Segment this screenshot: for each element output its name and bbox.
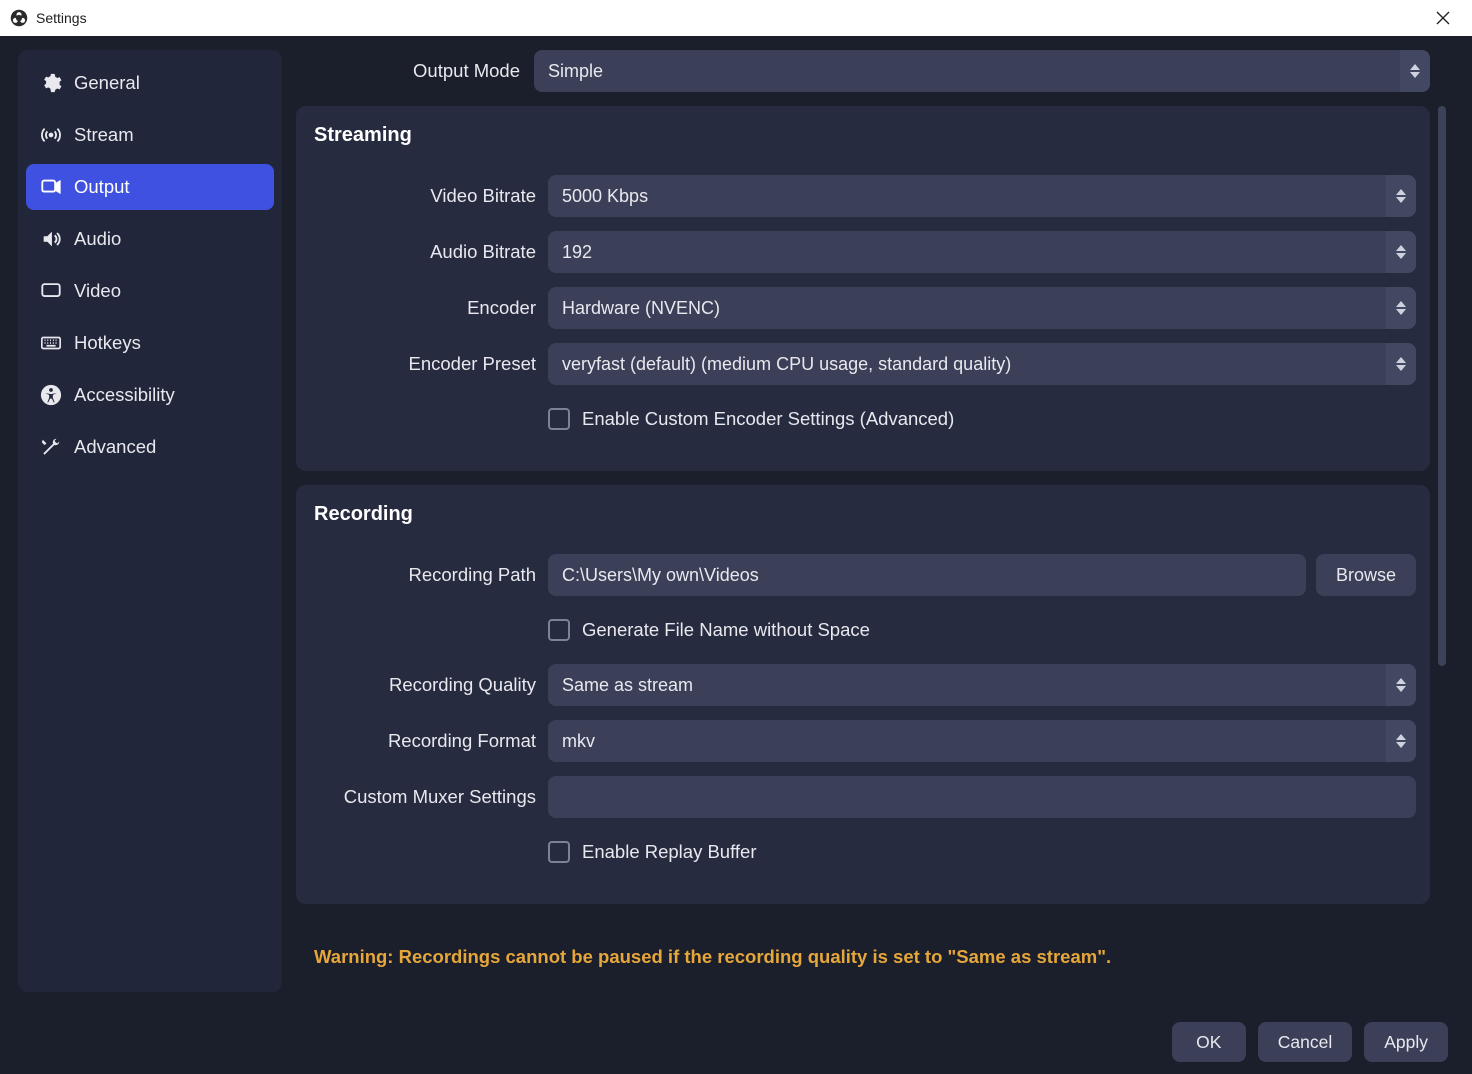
output-mode-select[interactable]: Simple xyxy=(534,50,1430,92)
app-icon xyxy=(10,9,28,27)
chevron-updown-icon xyxy=(1386,231,1416,273)
encoder-label: Encoder xyxy=(310,297,536,319)
dialog-footer: OK Cancel Apply xyxy=(0,992,1472,1062)
chevron-updown-icon xyxy=(1386,664,1416,706)
streaming-panel-title: Streaming xyxy=(310,124,1416,161)
output-mode-value: Simple xyxy=(534,61,1394,82)
enable-replay-buffer-checkbox[interactable]: Enable Replay Buffer xyxy=(310,832,1416,872)
output-mode-row: Output Mode Simple xyxy=(296,50,1430,92)
settings-content: Output Mode Simple Streaming Video Bitra… xyxy=(296,50,1430,992)
accessibility-icon xyxy=(40,384,62,406)
sidebar-item-label: General xyxy=(74,72,140,94)
cancel-button[interactable]: Cancel xyxy=(1258,1022,1352,1062)
recording-panel: Recording Recording Path C:\Users\My own… xyxy=(296,485,1430,904)
stepper-icon[interactable] xyxy=(1386,175,1416,217)
sidebar-item-hotkeys[interactable]: Hotkeys xyxy=(26,320,274,366)
video-bitrate-value: 5000 Kbps xyxy=(548,186,1386,207)
output-mode-label: Output Mode xyxy=(296,60,522,82)
sidebar-item-label: Accessibility xyxy=(74,384,175,406)
broadcast-icon xyxy=(40,124,62,146)
warning-text: Warning: Recordings cannot be paused if … xyxy=(296,918,1430,978)
sidebar-item-label: Stream xyxy=(74,124,134,146)
sidebar-item-label: Audio xyxy=(74,228,121,250)
recording-quality-label: Recording Quality xyxy=(310,674,536,696)
output-icon xyxy=(40,176,62,198)
video-bitrate-input[interactable]: 5000 Kbps xyxy=(548,175,1416,217)
recording-path-value: C:\Users\My own\Videos xyxy=(548,565,1306,586)
scrollbar-thumb[interactable] xyxy=(1438,106,1446,666)
monitor-icon xyxy=(40,280,62,302)
chevron-updown-icon xyxy=(1386,287,1416,329)
encoder-preset-select[interactable]: veryfast (default) (medium CPU usage, st… xyxy=(548,343,1416,385)
sidebar-item-label: Advanced xyxy=(74,436,156,458)
encoder-select[interactable]: Hardware (NVENC) xyxy=(548,287,1416,329)
encoder-preset-label: Encoder Preset xyxy=(310,353,536,375)
window-title: Settings xyxy=(36,10,87,26)
checkbox-icon xyxy=(548,619,570,641)
browse-button-label: Browse xyxy=(1336,565,1396,586)
ok-button[interactable]: OK xyxy=(1172,1022,1246,1062)
enable-custom-encoder-checkbox[interactable]: Enable Custom Encoder Settings (Advanced… xyxy=(310,399,1416,439)
recording-format-value: mkv xyxy=(548,731,1380,752)
sidebar-item-label: Video xyxy=(74,280,121,302)
checkbox-icon xyxy=(548,841,570,863)
audio-bitrate-label: Audio Bitrate xyxy=(310,241,536,263)
recording-path-label: Recording Path xyxy=(310,564,536,586)
filename-no-space-label: Generate File Name without Space xyxy=(582,619,870,641)
settings-sidebar: General Stream Output Audio xyxy=(18,50,282,992)
apply-button[interactable]: Apply xyxy=(1364,1022,1448,1062)
window-close-button[interactable] xyxy=(1420,2,1466,34)
sidebar-item-label: Hotkeys xyxy=(74,332,141,354)
sidebar-item-advanced[interactable]: Advanced xyxy=(26,424,274,470)
enable-replay-buffer-label: Enable Replay Buffer xyxy=(582,841,757,863)
browse-button[interactable]: Browse xyxy=(1316,554,1416,596)
sidebar-item-accessibility[interactable]: Accessibility xyxy=(26,372,274,418)
sidebar-item-video[interactable]: Video xyxy=(26,268,274,314)
recording-path-input[interactable]: C:\Users\My own\Videos xyxy=(548,554,1306,596)
streaming-panel: Streaming Video Bitrate 5000 Kbps xyxy=(296,106,1430,471)
scrollbar[interactable] xyxy=(1436,50,1448,992)
titlebar: Settings xyxy=(0,0,1472,36)
sidebar-item-output[interactable]: Output xyxy=(26,164,274,210)
sidebar-item-audio[interactable]: Audio xyxy=(26,216,274,262)
checkbox-icon xyxy=(548,408,570,430)
sidebar-item-general[interactable]: General xyxy=(26,60,274,106)
gear-icon xyxy=(40,72,62,94)
muxer-settings-label: Custom Muxer Settings xyxy=(310,786,536,808)
recording-format-select[interactable]: mkv xyxy=(548,720,1416,762)
audio-bitrate-select[interactable]: 192 xyxy=(548,231,1416,273)
chevron-updown-icon xyxy=(1400,50,1430,92)
recording-quality-select[interactable]: Same as stream xyxy=(548,664,1416,706)
muxer-settings-input[interactable] xyxy=(548,776,1416,818)
sidebar-item-stream[interactable]: Stream xyxy=(26,112,274,158)
tools-icon xyxy=(40,436,62,458)
enable-custom-encoder-label: Enable Custom Encoder Settings (Advanced… xyxy=(582,408,954,430)
recording-panel-title: Recording xyxy=(310,503,1416,540)
chevron-updown-icon xyxy=(1386,343,1416,385)
sidebar-item-label: Output xyxy=(74,176,130,198)
chevron-updown-icon xyxy=(1386,720,1416,762)
video-bitrate-label: Video Bitrate xyxy=(310,185,536,207)
audio-bitrate-value: 192 xyxy=(548,242,1380,263)
filename-no-space-checkbox[interactable]: Generate File Name without Space xyxy=(310,610,1416,650)
audio-icon xyxy=(40,228,62,250)
encoder-preset-value: veryfast (default) (medium CPU usage, st… xyxy=(548,354,1380,375)
recording-quality-value: Same as stream xyxy=(548,675,1380,696)
recording-format-label: Recording Format xyxy=(310,730,536,752)
keyboard-icon xyxy=(40,332,62,354)
encoder-value: Hardware (NVENC) xyxy=(548,298,1380,319)
